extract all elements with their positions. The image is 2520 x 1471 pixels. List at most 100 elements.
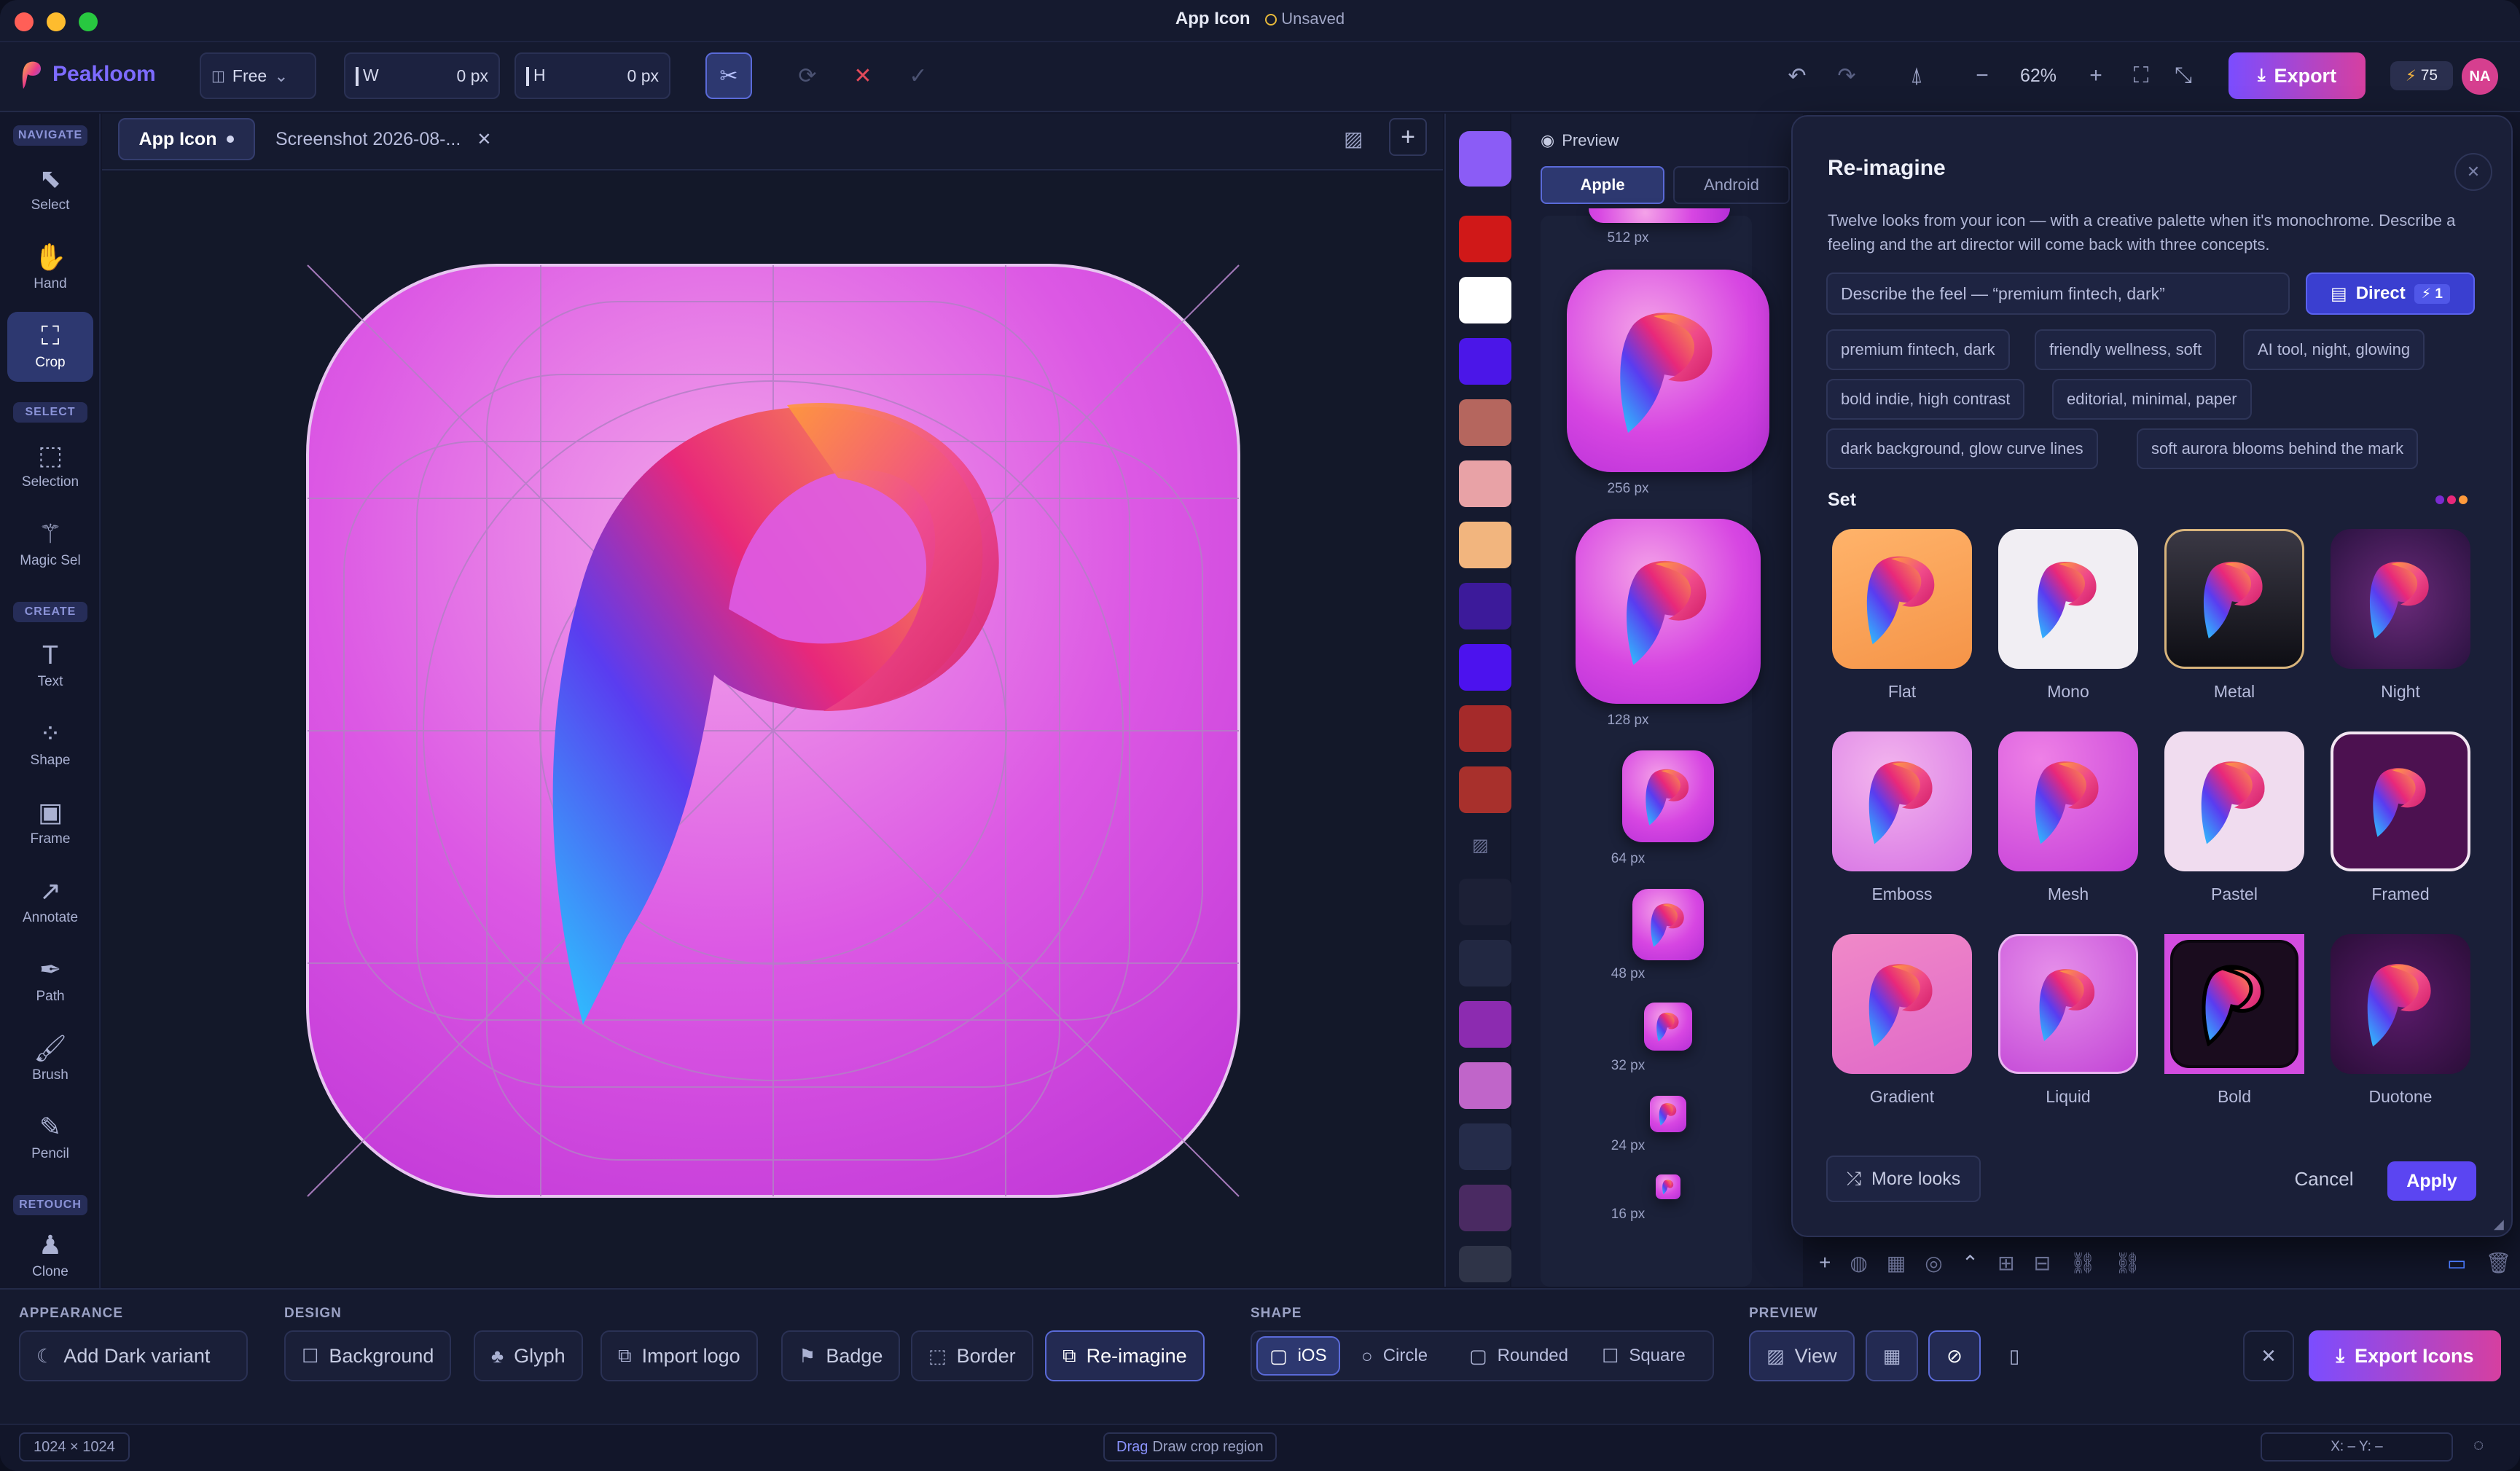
confirm-crop-button[interactable]: ✓: [895, 52, 942, 99]
look-flat[interactable]: Flat: [1831, 529, 1973, 702]
look-pastel[interactable]: Pastel: [2163, 731, 2306, 904]
look-mono[interactable]: Mono: [1997, 529, 2140, 702]
look-duotone[interactable]: Duotone: [2329, 934, 2472, 1107]
export-icons-button[interactable]: ⤓ Export Icons: [2309, 1330, 2501, 1381]
tab-close-icon[interactable]: ✕: [477, 129, 491, 150]
collapse-icon[interactable]: ⌃: [1962, 1251, 1979, 1275]
look-bold[interactable]: Bold: [2163, 934, 2306, 1107]
safe-zone-toggle-button[interactable]: ⊘: [1928, 1330, 1981, 1381]
glyph-button[interactable]: ♣ Glyph: [474, 1330, 583, 1381]
new-tab-button[interactable]: +: [1389, 118, 1427, 156]
tool-frame[interactable]: ▣ Frame: [7, 788, 93, 858]
tool-text[interactable]: T Text: [7, 631, 93, 701]
swatch[interactable]: [1459, 583, 1511, 629]
shape-ios[interactable]: ▢ iOS: [1256, 1336, 1340, 1376]
close-dialog-button[interactable]: ✕: [2454, 153, 2492, 191]
suggestion-chip[interactable]: premium fintech, dark: [1826, 329, 2010, 370]
add-layer-icon[interactable]: +: [1819, 1251, 1831, 1274]
tab-app-icon[interactable]: App Icon: [118, 118, 255, 160]
credits-badge[interactable]: ⚡ 75: [2390, 61, 2453, 90]
reimagine-button[interactable]: ⧉ Re-imagine: [1045, 1330, 1205, 1381]
cancel-button[interactable]: Cancel: [2277, 1156, 2371, 1202]
tool-brush[interactable]: 🖌 Brush: [7, 1024, 93, 1094]
tool-clone[interactable]: ♟ Clone: [7, 1221, 93, 1291]
actual-size-button[interactable]: ⤡: [2161, 52, 2205, 99]
tab-android[interactable]: Android: [1673, 166, 1790, 204]
icon-artboard[interactable]: [102, 172, 1443, 1287]
tool-magic-select[interactable]: ⚚ Magic Sel: [7, 510, 93, 580]
look-mesh[interactable]: Mesh: [1997, 731, 2140, 904]
height-field[interactable]: H 0 px: [514, 52, 670, 99]
tool-pencil[interactable]: ✎ Pencil: [7, 1103, 93, 1173]
avatar[interactable]: NA: [2462, 58, 2498, 95]
device-preview-button[interactable]: ▯: [1991, 1330, 2038, 1381]
add-dark-variant-button[interactable]: ☾ Add Dark variant: [19, 1330, 248, 1381]
suggestion-chip[interactable]: soft aurora blooms behind the mark: [2137, 428, 2419, 469]
blend-icon[interactable]: ◎: [1925, 1251, 1942, 1275]
direct-button[interactable]: ▤ Direct ⚡ 1: [2306, 272, 2475, 315]
redo-button[interactable]: ↷: [1825, 52, 1869, 99]
tool-annotate[interactable]: ↗ Annotate: [7, 867, 93, 937]
view-button[interactable]: ▨ View: [1749, 1330, 1855, 1381]
swatch[interactable]: [1459, 644, 1511, 691]
shape-rounded[interactable]: ▢ Rounded: [1460, 1336, 1577, 1376]
border-button[interactable]: ⬚ Border: [911, 1330, 1033, 1381]
swatch[interactable]: [1459, 766, 1511, 813]
tool-crop[interactable]: ⛶ Crop: [7, 312, 93, 382]
background-button[interactable]: ☐ Background: [284, 1330, 452, 1381]
swatch[interactable]: [1459, 277, 1511, 323]
tool-shape[interactable]: ⁘ Shape: [7, 710, 93, 780]
suggestion-chip[interactable]: editorial, minimal, paper: [2052, 379, 2252, 420]
look-night[interactable]: Night: [2329, 529, 2472, 702]
tool-selection[interactable]: ⬚ Selection: [7, 431, 93, 501]
width-field[interactable]: W 0 px: [344, 52, 500, 99]
feel-prompt-input[interactable]: [1826, 272, 2290, 315]
swatch[interactable]: [1459, 522, 1511, 568]
grid-toggle-button[interactable]: ▦: [1866, 1330, 1918, 1381]
swatch[interactable]: [1459, 1246, 1511, 1282]
apply-button[interactable]: Apply: [2387, 1161, 2476, 1201]
swatch-current[interactable]: [1459, 131, 1511, 187]
export-button[interactable]: ⤓ Export: [2229, 52, 2366, 99]
tool-hand[interactable]: ✋ Hand: [7, 233, 93, 303]
look-framed[interactable]: Framed: [2329, 731, 2472, 904]
vector-button[interactable]: ⍋: [1895, 52, 1938, 99]
swatch[interactable]: [1459, 1001, 1511, 1048]
unlink-icon[interactable]: ⛓: [2115, 1251, 2141, 1275]
zoom-out-button[interactable]: −: [1960, 52, 2004, 99]
fit-screen-button[interactable]: ⛶: [2119, 52, 2163, 99]
zoom-level[interactable]: 62%: [2006, 52, 2071, 99]
add-group-icon[interactable]: ⊞: [1997, 1251, 2014, 1275]
look-gradient[interactable]: Gradient: [1831, 934, 1973, 1107]
look-emboss[interactable]: Emboss: [1831, 731, 1973, 904]
link-icon[interactable]: ⛓: [2070, 1251, 2096, 1275]
tool-select[interactable]: ⬉ Select: [7, 154, 93, 224]
swatch[interactable]: [1459, 338, 1511, 385]
tool-path[interactable]: ✒ Path: [7, 946, 93, 1016]
close-bar-button[interactable]: ✕: [2243, 1330, 2294, 1381]
cancel-crop-button[interactable]: ✕: [840, 52, 886, 99]
folder-icon[interactable]: ▭: [2447, 1251, 2466, 1275]
badge-button[interactable]: ⚑ Badge: [781, 1330, 901, 1381]
image-icon[interactable]: ▨: [1344, 127, 1363, 151]
look-metal[interactable]: Metal: [2163, 529, 2306, 702]
grid-icon[interactable]: ▦: [1887, 1251, 1906, 1275]
mode-dropdown[interactable]: ◫ Free ⌄: [200, 52, 316, 99]
suggestion-chip[interactable]: AI tool, night, glowing: [2243, 329, 2425, 370]
swatch[interactable]: [1459, 879, 1511, 925]
swatch[interactable]: [1459, 399, 1511, 446]
mask-icon[interactable]: ◍: [1850, 1251, 1867, 1275]
undo-button[interactable]: ↶: [1775, 52, 1819, 99]
import-logo-button[interactable]: ⧉ Import logo: [600, 1330, 758, 1381]
shape-circle[interactable]: ○ Circle: [1353, 1336, 1436, 1376]
look-liquid[interactable]: Liquid: [1997, 934, 2140, 1107]
trash-icon[interactable]: 🗑: [2485, 1251, 2511, 1275]
shape-square[interactable]: ☐ Square: [1593, 1336, 1694, 1376]
chat-icon[interactable]: ◌: [2473, 1435, 2484, 1456]
suggestion-chip[interactable]: bold indie, high contrast: [1826, 379, 2025, 420]
more-looks-button[interactable]: ⤮ More looks: [1826, 1156, 1981, 1202]
rotate-button[interactable]: ⟳: [784, 52, 831, 99]
zoom-in-button[interactable]: +: [2074, 52, 2118, 99]
suggestion-chip[interactable]: dark background, glow curve lines: [1826, 428, 2098, 469]
cut-button[interactable]: ✂: [705, 52, 752, 99]
